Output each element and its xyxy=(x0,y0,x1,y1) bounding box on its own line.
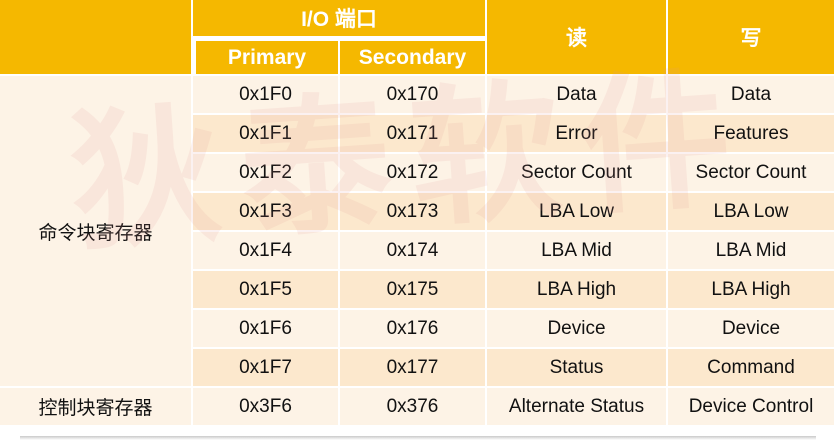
cell-secondary: 0x174 xyxy=(340,232,487,271)
cell-primary: 0x3F6 xyxy=(193,388,340,427)
cell-primary: 0x1F5 xyxy=(193,271,340,310)
table-row: 控制块寄存器 0x3F6 0x376 Alternate Status Devi… xyxy=(0,388,836,427)
cell-primary: 0x1F2 xyxy=(193,154,340,193)
cell-read: Alternate Status xyxy=(487,388,668,427)
header-corner xyxy=(0,0,193,76)
table-row: 命令块寄存器 0x1F0 0x170 Data Data xyxy=(0,76,836,388)
header-read: 读 xyxy=(487,0,668,76)
cell-secondary: 0x173 xyxy=(340,193,487,232)
cell-read: LBA Mid xyxy=(487,232,668,271)
group-label-command-block: 命令块寄存器 xyxy=(0,76,193,388)
cell-write: LBA Mid xyxy=(668,232,836,271)
cell-secondary: 0x376 xyxy=(340,388,487,427)
cell-primary: 0x1F6 xyxy=(193,310,340,349)
header-write: 写 xyxy=(668,0,836,76)
cell-write: Features xyxy=(668,115,836,154)
cell-secondary: 0x176 xyxy=(340,310,487,349)
cell-read: LBA Low xyxy=(487,193,668,232)
cell-read: Status xyxy=(487,349,668,388)
io-port-table: I/O 端口 读 写 Primary Secondary 命令块寄存器 0x1F… xyxy=(0,0,836,427)
cell-read: Error xyxy=(487,115,668,154)
cell-read: Sector Count xyxy=(487,154,668,193)
cell-primary: 0x1F0 xyxy=(193,76,340,115)
group-label-control-block: 控制块寄存器 xyxy=(0,388,193,427)
cell-secondary: 0x170 xyxy=(340,76,487,115)
cell-secondary: 0x175 xyxy=(340,271,487,310)
cell-write: Data xyxy=(668,76,836,115)
cell-secondary: 0x171 xyxy=(340,115,487,154)
cell-primary: 0x1F4 xyxy=(193,232,340,271)
cell-primary: 0x1F7 xyxy=(193,349,340,388)
cell-secondary: 0x172 xyxy=(340,154,487,193)
cell-write: Sector Count xyxy=(668,154,836,193)
header-io-port: I/O 端口 xyxy=(193,0,487,38)
cell-write: LBA Low xyxy=(668,193,836,232)
cell-write: LBA High xyxy=(668,271,836,310)
cell-read: Data xyxy=(487,76,668,115)
header-primary: Primary xyxy=(193,38,340,76)
cell-read: Device xyxy=(487,310,668,349)
cell-read: LBA High xyxy=(487,271,668,310)
cell-primary: 0x1F1 xyxy=(193,115,340,154)
cell-secondary: 0x177 xyxy=(340,349,487,388)
cell-write: Device xyxy=(668,310,836,349)
cell-write: Device Control xyxy=(668,388,836,427)
header-secondary: Secondary xyxy=(340,38,487,76)
bottom-shadow xyxy=(20,436,816,440)
cell-write: Command xyxy=(668,349,836,388)
cell-primary: 0x1F3 xyxy=(193,193,340,232)
